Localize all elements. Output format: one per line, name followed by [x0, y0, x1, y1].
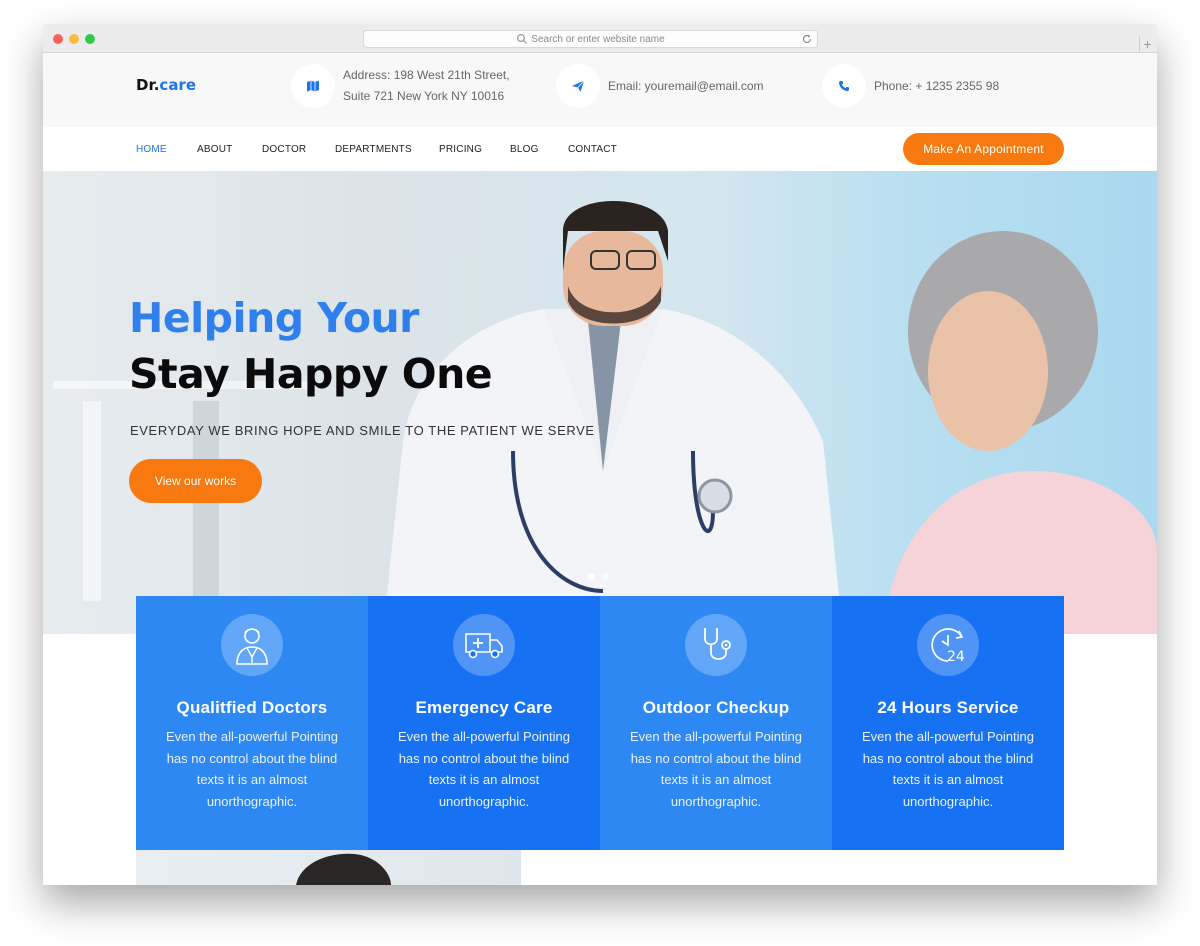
feature-title: Emergency Care [415, 698, 553, 717]
feature-card-doctors: Qualitfied Doctors Even the all-powerful… [136, 596, 368, 850]
slider-dot-2[interactable] [602, 573, 609, 580]
logo-prefix: Dr. [136, 76, 160, 94]
nav-item-departments[interactable]: DEPARTMENTS [335, 144, 412, 155]
close-window-button[interactable] [53, 34, 63, 44]
address-line-1: Address: 198 West 21th Street, [343, 68, 510, 82]
feature-description: Even the all-powerful Pointing has no co… [630, 729, 802, 809]
nav-item-home[interactable]: HOME [136, 144, 167, 155]
slider-dot-1[interactable] [588, 573, 595, 580]
doctor-icon [221, 614, 283, 676]
feature-title: Qualitfied Doctors [176, 698, 328, 717]
main-nav: HOME ABOUT DOCTOR DEPARTMENTS PRICING BL… [43, 127, 1157, 171]
new-tab-button[interactable]: + [1139, 36, 1155, 53]
nav-item-contact[interactable]: CONTACT [568, 144, 617, 155]
logo-accent: care [159, 76, 197, 94]
top-info-bar: Dr.care Address: 198 West 21th Street, S… [43, 53, 1157, 127]
nav-item-pricing[interactable]: PRICING [439, 144, 482, 155]
nav-item-about[interactable]: ABOUT [197, 144, 232, 155]
feature-title: Outdoor Checkup [642, 698, 790, 717]
slider-pagination [588, 573, 609, 580]
hero-banner: Helping Your Stay Happy One EVERYDAY WE … [43, 171, 1157, 634]
24-hours-icon: 24 [917, 614, 979, 676]
search-icon [517, 33, 528, 44]
feature-title: 24 Hours Service [877, 698, 1019, 717]
maximize-window-button[interactable] [85, 34, 95, 44]
feature-description: Even the all-powerful Pointing has no co… [166, 729, 338, 809]
view-our-works-button[interactable]: View our works [129, 459, 262, 503]
ambulance-icon [453, 614, 515, 676]
nav-item-blog[interactable]: BLOG [510, 144, 539, 155]
address-line-2: Suite 721 New York NY 10016 [343, 89, 505, 103]
make-appointment-button[interactable]: Make An Appointment [903, 133, 1064, 165]
doctor-photo [383, 201, 843, 634]
features-section: Qualitfied Doctors Even the all-powerful… [136, 596, 1064, 850]
hero-subtitle: EVERYDAY WE BRING HOPE AND SMILE TO THE … [130, 423, 595, 438]
nav-item-doctor[interactable]: DOCTOR [262, 144, 306, 155]
paper-plane-icon [556, 64, 600, 108]
phone-info: Phone: + 1235 2355 98 [822, 64, 999, 108]
stethoscope-icon [685, 614, 747, 676]
feature-description: Even the all-powerful Pointing has no co… [862, 729, 1034, 809]
map-icon [291, 64, 335, 108]
feature-card-24-hours: 24 24 Hours Service Even the all-powerfu… [832, 596, 1064, 850]
email-text[interactable]: Email: youremail@email.com [608, 76, 764, 97]
phone-text[interactable]: Phone: + 1235 2355 98 [874, 76, 999, 97]
background-shelf [83, 401, 101, 601]
page: Search or enter website name + Dr.care A… [0, 0, 1200, 946]
reload-icon[interactable] [801, 33, 813, 45]
patient-photo [883, 231, 1157, 634]
feature-card-checkup: Outdoor Checkup Even the all-powerful Po… [600, 596, 832, 850]
phone-icon [822, 64, 866, 108]
browser-window: Search or enter website name + Dr.care A… [43, 24, 1157, 885]
address-info: Address: 198 West 21th Street, Suite 721… [291, 64, 510, 108]
email-info: Email: youremail@email.com [556, 64, 764, 108]
address-bar-placeholder: Search or enter website name [531, 33, 665, 45]
browser-toolbar: Search or enter website name + [43, 24, 1157, 53]
hero-title-line-2: Stay Happy One [129, 350, 493, 398]
feature-description: Even the all-powerful Pointing has no co… [398, 729, 570, 809]
hero-title-line-1: Helping Your [129, 294, 419, 342]
address-bar[interactable]: Search or enter website name [363, 30, 818, 48]
section-photo [136, 850, 521, 885]
minimize-window-button[interactable] [69, 34, 79, 44]
site-logo[interactable]: Dr.care [136, 76, 196, 94]
feature-card-emergency: Emergency Care Even the all-powerful Poi… [368, 596, 600, 850]
svg-text:24: 24 [947, 649, 965, 665]
